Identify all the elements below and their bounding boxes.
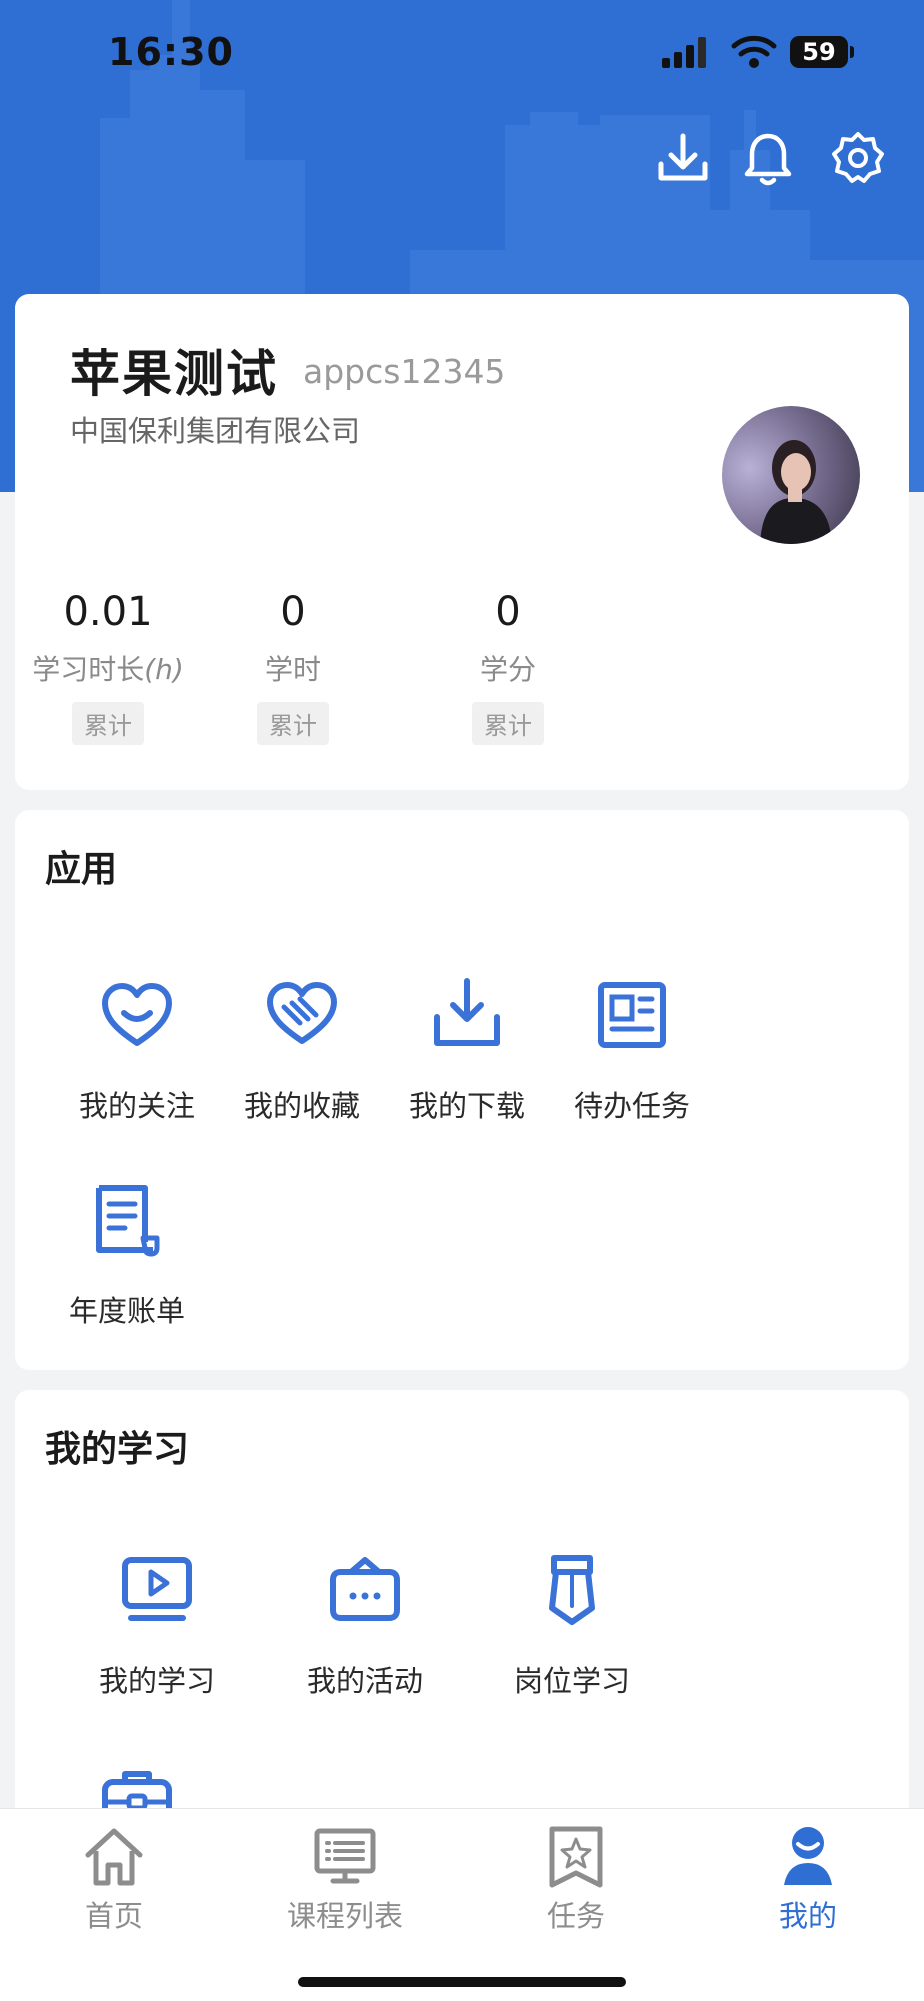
tab-tasks[interactable]: 任务 — [486, 1825, 666, 1935]
my-learning-section: 我的学习 我的学习 我的活动 岗位学习 — [15, 1390, 909, 1850]
app-label: 待办任务 — [573, 1089, 690, 1123]
app-label: 我的关注 — [78, 1089, 195, 1123]
newspaper-icon — [598, 982, 666, 1048]
bill-scroll-icon — [96, 1185, 160, 1257]
course-list-icon — [314, 1828, 376, 1884]
app-my-downloads[interactable]: 我的下载 — [387, 975, 547, 1125]
battery-tip — [850, 46, 854, 58]
profile-card: 苹果测试 appcs12345 中国保利集团有限公司 0.01 学习时长(h) … — [15, 294, 909, 790]
wifi-icon — [731, 35, 777, 68]
stat-label: 学分 — [479, 653, 536, 686]
tab-mine[interactable]: 我的 — [718, 1825, 898, 1935]
home-icon — [85, 1828, 143, 1886]
status-icons: 59 — [660, 34, 860, 74]
handshake-heart-icon — [267, 982, 337, 1044]
settings-gear-icon[interactable] — [830, 130, 886, 186]
home-indicator — [298, 1977, 626, 1987]
stat-credits[interactable]: 0 学分 累计 — [428, 586, 588, 745]
app-label: 年度账单 — [68, 1294, 185, 1328]
apps-section: 应用 我的关注 我的收藏 我的下载 待办任务 年度账单 — [15, 810, 909, 1370]
download-icon[interactable] — [655, 130, 711, 186]
avatar-photo — [760, 440, 832, 544]
stat-tag: 累计 — [472, 702, 544, 745]
learning-label: 我的学习 — [98, 1664, 215, 1698]
stat-label: 学时 — [264, 653, 321, 686]
learning-label: 我的活动 — [306, 1664, 423, 1698]
user-account: appcs12345 — [303, 352, 506, 391]
bell-icon[interactable] — [740, 130, 796, 186]
profile-icon — [784, 1827, 832, 1885]
necktie-icon — [549, 1555, 595, 1625]
app-label: 我的收藏 — [243, 1089, 360, 1123]
tab-label: 任务 — [546, 1899, 605, 1933]
app-label: 我的下载 — [408, 1089, 525, 1123]
battery-level: 59 — [790, 36, 848, 68]
stat-class-hours[interactable]: 0 学时 累计 — [213, 586, 373, 745]
status-bar: 16:30 59 — [0, 0, 924, 110]
stat-tag: 累计 — [257, 702, 329, 745]
tab-label: 首页 — [84, 1899, 143, 1933]
stat-value: 0.01 — [63, 589, 153, 635]
avatar[interactable] — [722, 406, 860, 544]
stat-study-duration[interactable]: 0.01 学习时长(h) 累计 — [28, 586, 188, 745]
cellular-signal-icon — [662, 37, 706, 68]
stat-tag: 累计 — [72, 702, 144, 745]
tab-course-list[interactable]: 课程列表 — [255, 1825, 435, 1935]
task-star-icon — [549, 1826, 603, 1888]
stat-unit: (h) — [144, 653, 184, 686]
status-time: 16:30 — [108, 30, 234, 74]
learning-job-study[interactable]: 岗位学习 — [492, 1550, 652, 1700]
heart-smile-icon — [102, 983, 172, 1046]
tab-home[interactable]: 首页 — [24, 1825, 204, 1935]
app-my-follows[interactable]: 我的关注 — [57, 975, 217, 1125]
stat-label: 学习时长(h) — [32, 653, 184, 686]
stat-value: 0 — [280, 589, 306, 635]
download-tray-icon — [434, 978, 500, 1046]
section-title: 应用 — [45, 849, 118, 890]
user-company: 中国保利集团有限公司 — [70, 414, 361, 448]
learning-my-activities[interactable]: 我的活动 — [285, 1550, 445, 1700]
chat-ticket-icon — [330, 1557, 400, 1621]
video-play-icon — [122, 1557, 192, 1621]
bottom-tab-bar: 首页 课程列表 任务 我的 — [0, 1808, 924, 2001]
app-annual-bill[interactable]: 年度账单 — [47, 1180, 207, 1330]
tab-label: 课程列表 — [286, 1899, 403, 1933]
learning-label: 岗位学习 — [513, 1664, 630, 1698]
section-title: 我的学习 — [45, 1429, 190, 1470]
app-my-favorites[interactable]: 我的收藏 — [222, 975, 382, 1125]
app-pending-tasks[interactable]: 待办任务 — [552, 975, 712, 1125]
learning-my-study[interactable]: 我的学习 — [77, 1550, 237, 1700]
stat-value: 0 — [495, 589, 521, 635]
tab-label: 我的 — [778, 1899, 837, 1933]
user-name: 苹果测试 — [70, 345, 278, 403]
